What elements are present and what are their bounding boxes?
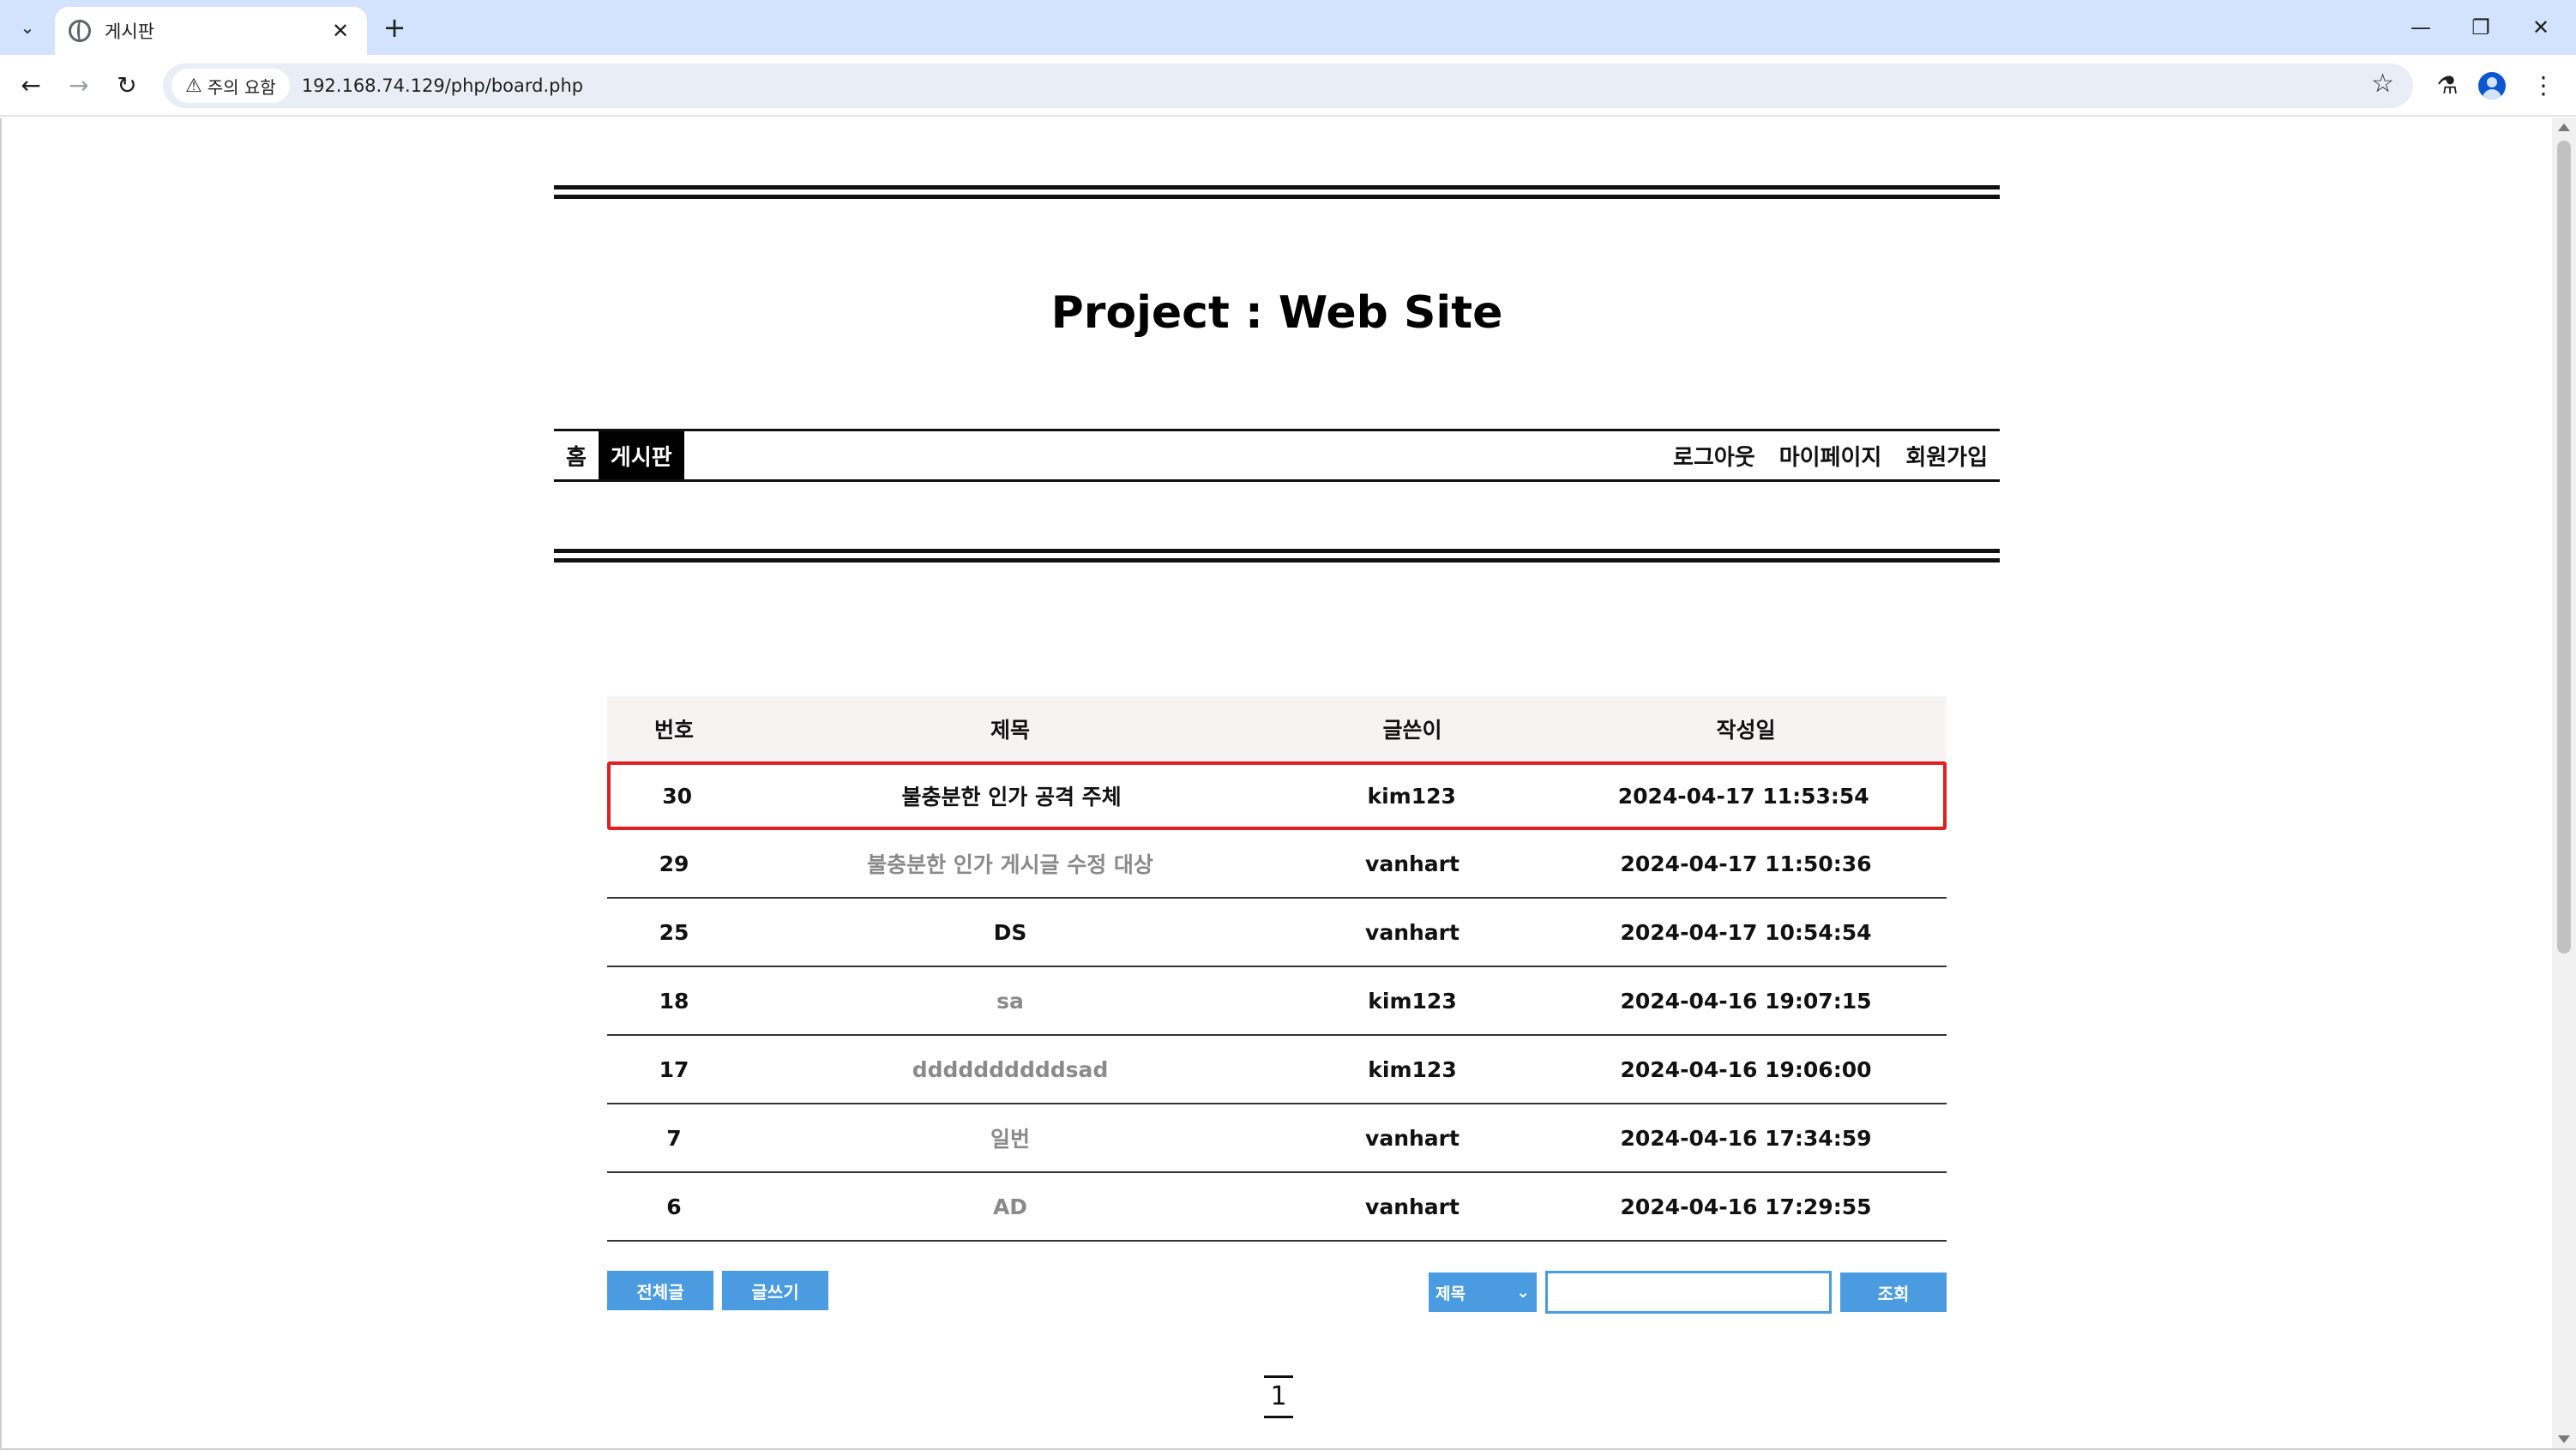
row-no: 7 (666, 1125, 682, 1151)
row-title-link[interactable]: DS (741, 920, 1279, 945)
row-writer: kim123 (1368, 1056, 1457, 1082)
vertical-scrollbar[interactable] (2552, 118, 2576, 1448)
window-close-icon[interactable]: ✕ (2519, 10, 2562, 45)
tab-title: 게시판 (105, 21, 154, 42)
address-bar[interactable]: ⚠ 주의 요함 192.168.74.129/php/board.php ☆ (163, 63, 2413, 108)
profile-avatar-icon[interactable] (2478, 72, 2506, 99)
table-row[interactable]: 6 AD vanhart 2024-04-16 17:29:55 (607, 1173, 1947, 1242)
table-row[interactable]: 17 ddddddddddsad kim123 2024-04-16 19:06… (607, 1036, 1947, 1104)
row-writer: vanhart (1365, 851, 1460, 876)
back-arrow-icon[interactable]: ← (12, 67, 50, 105)
site-title: Project : Web Site (1050, 287, 1503, 339)
row-title-link[interactable]: 일번 (741, 1122, 1279, 1153)
table-row[interactable]: 7 일번 vanhart 2024-04-16 17:34:59 (607, 1104, 1947, 1173)
nav-home[interactable]: 홈 (554, 431, 599, 479)
row-no: 29 (659, 851, 689, 876)
security-chip[interactable]: ⚠ 주의 요함 (172, 69, 290, 103)
header-bottom-rule (554, 549, 2000, 563)
scroll-down-arrow-icon[interactable] (2558, 1435, 2570, 1443)
nav-board[interactable]: 게시판 (598, 431, 684, 479)
row-date: 2024-04-16 17:34:59 (1620, 1125, 1872, 1151)
row-writer: vanhart (1365, 919, 1460, 945)
header-date: 작성일 (1716, 718, 1776, 743)
header-title: 제목 (990, 718, 1030, 743)
row-title-link[interactable]: sa (741, 989, 1279, 1014)
row-date: 2024-04-16 19:07:15 (1620, 988, 1872, 1014)
scroll-thumb[interactable] (2557, 141, 2571, 954)
pagination-current-page[interactable]: 1 (1264, 1375, 1293, 1418)
row-writer: kim123 (1367, 783, 1456, 809)
row-writer: kim123 (1368, 988, 1457, 1014)
minimize-icon[interactable]: — (2399, 10, 2442, 45)
bookmark-star-icon[interactable]: ☆ (2371, 69, 2394, 99)
main-nav: 홈 게시판 로그아웃 마이페이지 회원가입 (554, 429, 2000, 482)
search-field-value: 제목 (1435, 1284, 1466, 1303)
url-text[interactable]: 192.168.74.129/php/board.php (302, 75, 583, 96)
row-date: 2024-04-16 19:06:00 (1620, 1056, 1872, 1082)
labs-flask-icon[interactable]: ⚗ (2429, 67, 2466, 105)
nav-mypage[interactable]: 마이페이지 (1767, 431, 1894, 479)
nav-left: 홈 게시판 (554, 431, 684, 479)
row-no: 17 (659, 1056, 689, 1082)
scroll-up-arrow-icon[interactable] (2558, 123, 2570, 131)
row-writer: vanhart (1365, 1125, 1460, 1151)
chevron-down-icon: ⌄ (1516, 1283, 1530, 1302)
board-actions: 전체글 글쓰기 제목 ⌄ 조회 (607, 1271, 1947, 1314)
header-top-rule (554, 185, 2000, 199)
tab-close-icon[interactable]: ✕ (328, 19, 353, 43)
search-field-select[interactable]: 제목 ⌄ (1429, 1273, 1537, 1312)
security-chip-label: 주의 요함 (207, 76, 276, 98)
row-no: 30 (662, 783, 692, 809)
table-row[interactable]: 30 불충분한 인가 공격 주체 kim123 2024-04-17 11:53… (607, 761, 1947, 830)
row-title-link[interactable]: ddddddddddsad (741, 1057, 1279, 1082)
new-tab-plus-icon[interactable]: + (377, 10, 412, 45)
row-date: 2024-04-16 17:29:55 (1620, 1194, 1872, 1219)
header-writer: 글쓴이 (1382, 718, 1442, 743)
row-date: 2024-04-17 10:54:54 (1620, 919, 1872, 945)
search-input[interactable] (1545, 1271, 1832, 1314)
row-writer: vanhart (1365, 1194, 1460, 1219)
warning-triangle-icon: ⚠ (185, 75, 202, 97)
search-button[interactable]: 조회 (1840, 1273, 1947, 1312)
row-no: 25 (659, 919, 689, 945)
row-title-link[interactable]: AD (741, 1194, 1279, 1219)
table-row[interactable]: 18 sa kim123 2024-04-16 19:07:15 (607, 967, 1947, 1036)
row-title-link[interactable]: 불충분한 인가 공격 주체 (743, 780, 1279, 811)
forward-arrow-icon[interactable]: → (60, 67, 98, 105)
menu-kebab-icon[interactable]: ⋮ (2525, 67, 2562, 105)
browser-tab[interactable]: 게시판 ✕ (55, 7, 367, 55)
write-button[interactable]: 글쓰기 (722, 1271, 828, 1310)
nav-right: 로그아웃 마이페이지 회원가입 (1661, 431, 2000, 479)
nav-logout[interactable]: 로그아웃 (1661, 431, 1767, 479)
tab-search-chevron-icon[interactable]: ⌄ (12, 12, 43, 43)
row-date: 2024-04-17 11:53:54 (1617, 783, 1869, 809)
all-posts-button[interactable]: 전체글 (607, 1271, 713, 1310)
row-date: 2024-04-17 11:50:36 (1620, 851, 1872, 876)
table-header: 번호 제목 글쓴이 작성일 (607, 696, 1947, 761)
header-no: 번호 (653, 718, 694, 743)
globe-icon (69, 20, 91, 42)
table-row[interactable]: 25 DS vanhart 2024-04-17 10:54:54 (607, 899, 1947, 967)
browser-toolbar: ← → ↻ ⚠ 주의 요함 192.168.74.129/php/board.p… (0, 55, 2576, 117)
board-table: 번호 제목 글쓴이 작성일 30 불충분한 인가 공격 주체 kim123 20… (607, 696, 1947, 1242)
reload-icon[interactable]: ↻ (108, 67, 146, 105)
tab-strip: ⌄ 게시판 ✕ + — ❐ ✕ (0, 0, 2576, 55)
restore-icon[interactable]: ❐ (2459, 10, 2502, 45)
nav-signup[interactable]: 회원가입 (1893, 431, 2000, 479)
row-no: 6 (666, 1194, 682, 1219)
row-no: 18 (659, 988, 689, 1014)
row-title-link[interactable]: 불충분한 인가 게시글 수정 대상 (741, 848, 1279, 879)
table-row[interactable]: 29 불충분한 인가 게시글 수정 대상 vanhart 2024-04-17 … (607, 830, 1947, 899)
